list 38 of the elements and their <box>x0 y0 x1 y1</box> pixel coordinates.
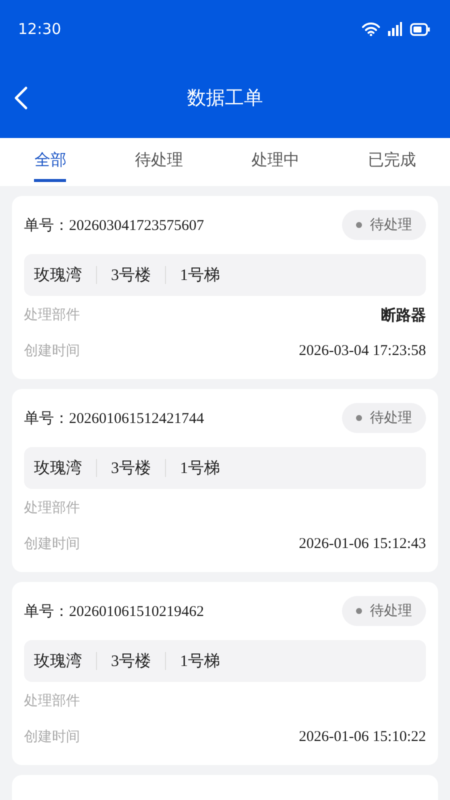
field-label: 处理部件 <box>24 306 80 324</box>
field-label: 创建时间 <box>24 535 80 553</box>
location-text: 1号梯 <box>180 458 220 478</box>
filter-tab[interactable]: 处理中 <box>251 142 300 182</box>
location-text: 1号梯 <box>180 266 220 286</box>
status-badge: 待处理 <box>342 596 426 626</box>
filter-tab[interactable]: 已完成 <box>368 142 416 182</box>
signal-icon <box>388 22 402 36</box>
field-label: 处理部件 <box>24 499 80 517</box>
location-text: 玫瑰湾 <box>34 266 82 286</box>
wifi-icon <box>362 22 380 36</box>
location-text: 玫瑰湾 <box>34 458 82 478</box>
location-text: 3号楼 <box>111 266 151 286</box>
status-badge: 待处理 <box>342 210 426 240</box>
battery-icon <box>410 22 430 36</box>
location-text: 玫瑰湾 <box>34 652 82 672</box>
field-label: 创建时间 <box>24 728 80 746</box>
order-number: 单号：202601061512421744 <box>24 410 204 428</box>
field-value: 2026-03-04 17:23:58 <box>298 342 426 360</box>
location-text: 1号梯 <box>180 652 220 672</box>
field-label: 创建时间 <box>24 342 80 360</box>
filter-tab[interactable]: 待处理 <box>134 142 183 182</box>
page-title: 数据工单 <box>187 86 263 111</box>
status-time: 12:30 <box>18 20 62 38</box>
back-icon[interactable] <box>14 86 28 110</box>
order-card[interactable]: 单号：202601061512421744 待处理 玫瑰湾 3号楼 1号梯 处理部件 创建时间 2026-01-06 15:12:43 <box>12 389 438 572</box>
order-card[interactable]: 单号：202601061510219462 待处理 玫瑰湾 3号楼 1号梯 处理部件 创建时间 2026-01-06 15:10:22 <box>12 582 438 765</box>
order-number: 单号：202603041723575607 <box>24 216 204 234</box>
field-value: 2026-01-06 15:10:22 <box>298 728 426 746</box>
location-text: 3号楼 <box>111 458 151 478</box>
order-card[interactable]: 单号：202603041723575607 待处理 玫瑰湾 3号楼 1号梯 处理部件 断路器 创建时间 2026-03-04 17:23:58 <box>12 196 438 379</box>
field-label: 处理部件 <box>24 692 80 710</box>
filter-tab[interactable]: 全部 <box>34 142 66 182</box>
order-number: 单号：202601061510219462 <box>24 602 204 620</box>
field-value: 2026-01-06 15:12:43 <box>298 536 426 552</box>
location-text: 3号楼 <box>111 652 151 672</box>
field-value: 断路器 <box>381 306 426 324</box>
status-badge: 待处理 <box>342 403 426 433</box>
